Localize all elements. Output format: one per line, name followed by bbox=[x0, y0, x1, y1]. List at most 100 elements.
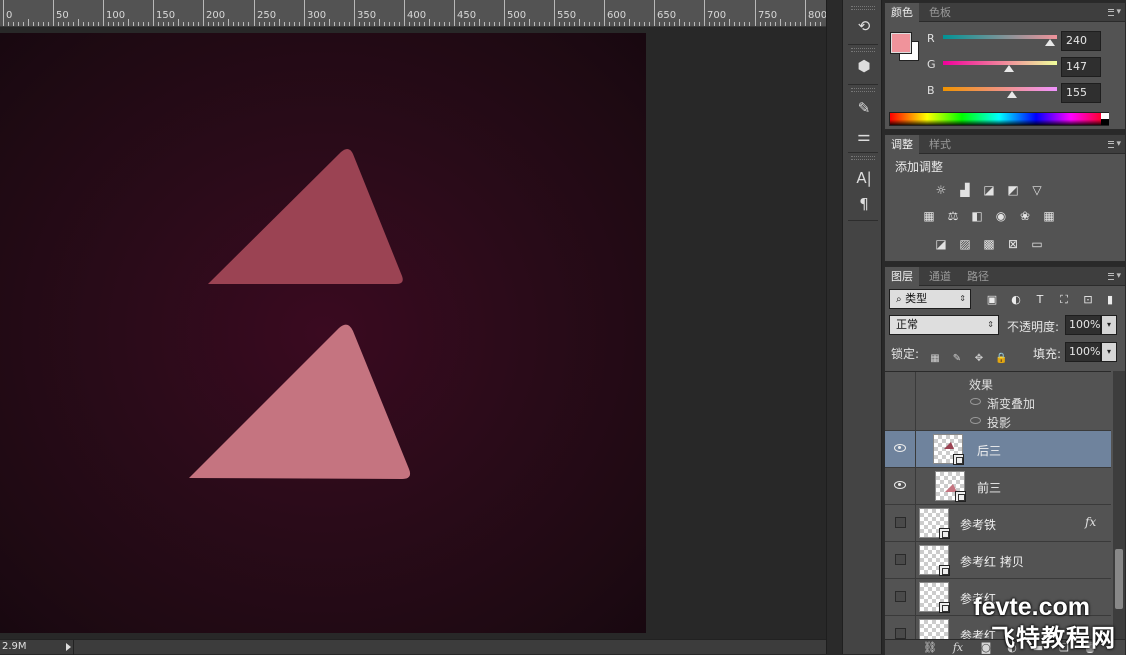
blend-mode-select[interactable]: 正常 ⇕ bbox=[889, 315, 999, 335]
blue-slider[interactable] bbox=[943, 87, 1057, 98]
layer-visibility-cell[interactable] bbox=[885, 505, 916, 542]
eye-icon[interactable] bbox=[894, 444, 906, 452]
effect-gradient-overlay[interactable]: 渐变叠加 bbox=[987, 395, 1035, 412]
tab-styles[interactable]: 样式 bbox=[923, 135, 957, 154]
layer-visibility-cell[interactable] bbox=[885, 542, 916, 579]
effect-drop-shadow[interactable]: 投影 bbox=[987, 414, 1011, 431]
color-lookup-icon[interactable]: ▦ bbox=[1041, 209, 1057, 223]
blue-value-field[interactable]: 155 bbox=[1061, 83, 1101, 103]
selective-color-icon[interactable]: ⊠ bbox=[1005, 237, 1021, 251]
bottom-triangle-shape[interactable] bbox=[189, 324, 411, 479]
ruler-tick bbox=[243, 22, 244, 26]
filter-pixel-icon[interactable]: ▣ bbox=[985, 293, 999, 307]
red-value-field[interactable]: 240 bbox=[1061, 31, 1101, 51]
layer-thumbnail[interactable] bbox=[933, 434, 964, 465]
green-slider-thumb[interactable] bbox=[1003, 65, 1014, 72]
paragraph-panel-icon[interactable]: ¶ bbox=[851, 192, 877, 216]
red-slider-thumb[interactable] bbox=[1045, 39, 1056, 46]
filter-shape-icon[interactable]: ⛶ bbox=[1057, 293, 1071, 307]
layer-name[interactable]: 前三 bbox=[977, 479, 1001, 496]
gradient-map-icon[interactable]: ▭ bbox=[1029, 237, 1045, 251]
green-value-field[interactable]: 147 bbox=[1061, 57, 1101, 77]
vertical-scrollbar-track[interactable] bbox=[826, 0, 842, 654]
layer-row[interactable]: 参考铁 fx bbox=[885, 505, 1111, 542]
3d-panel-icon[interactable]: ⬢ bbox=[851, 54, 877, 78]
strip-grip[interactable] bbox=[851, 48, 875, 52]
character-panel-icon[interactable]: A| bbox=[851, 166, 877, 190]
strip-grip[interactable] bbox=[851, 88, 875, 92]
tab-adjustments[interactable]: 调整 bbox=[885, 135, 919, 154]
layer-fx-badge[interactable]: fx bbox=[1085, 515, 1096, 529]
eye-icon[interactable] bbox=[894, 481, 906, 489]
tab-layers[interactable]: 图层 bbox=[885, 267, 919, 286]
effect-visibility-icon[interactable] bbox=[970, 417, 981, 424]
hidden-visibility-box[interactable] bbox=[895, 591, 906, 602]
brightness-contrast-icon[interactable]: ☼ bbox=[933, 183, 949, 197]
fill-field[interactable]: 100% bbox=[1065, 342, 1101, 362]
layer-name[interactable]: 参考铁 bbox=[960, 516, 996, 533]
layer-visibility-cell[interactable] bbox=[885, 431, 916, 468]
lock-pixels-icon[interactable]: ✎ bbox=[951, 353, 963, 365]
green-slider[interactable] bbox=[943, 61, 1057, 72]
filter-adjustment-icon[interactable]: ◐ bbox=[1009, 293, 1023, 307]
opacity-field[interactable]: 100% bbox=[1065, 315, 1101, 335]
hidden-visibility-box[interactable] bbox=[895, 517, 906, 528]
channel-mixer-icon[interactable]: ❀ bbox=[1017, 209, 1033, 223]
tab-swatches[interactable]: 色板 bbox=[923, 3, 957, 22]
threshold-icon[interactable]: ▩ bbox=[981, 237, 997, 251]
brush-presets-icon[interactable]: ⚌ bbox=[851, 124, 877, 148]
layer-name[interactable]: 参考红 拷贝 bbox=[960, 553, 1024, 570]
status-menu-arrow-icon[interactable] bbox=[66, 643, 71, 651]
document-canvas[interactable] bbox=[0, 33, 646, 633]
red-slider[interactable] bbox=[943, 35, 1057, 46]
curves-icon[interactable]: ◪ bbox=[981, 183, 997, 197]
fill-dropdown-icon[interactable]: ▾ bbox=[1101, 342, 1117, 362]
panel-menu-icon[interactable] bbox=[1108, 138, 1121, 150]
panel-menu-icon[interactable] bbox=[1108, 6, 1121, 18]
hue-saturation-icon[interactable]: ▦ bbox=[921, 209, 937, 223]
levels-icon[interactable]: ▟ bbox=[957, 183, 973, 197]
layer-thumbnail[interactable] bbox=[935, 471, 966, 502]
vibrance-icon[interactable]: ▽ bbox=[1029, 183, 1045, 197]
layer-visibility-cell[interactable] bbox=[885, 468, 916, 505]
spectrum-black-white-end[interactable] bbox=[1101, 113, 1109, 125]
lock-all-icon[interactable]: 🔒 bbox=[995, 353, 1007, 365]
photo-filter-icon[interactable]: ◉ bbox=[993, 209, 1009, 223]
tab-channels[interactable]: 通道 bbox=[923, 267, 957, 286]
filter-type-icon[interactable]: T bbox=[1033, 293, 1047, 307]
color-balance-icon[interactable]: ⚖ bbox=[945, 209, 961, 223]
lock-transparent-icon[interactable]: ▦ bbox=[929, 353, 941, 365]
layer-visibility-cell[interactable] bbox=[885, 579, 916, 616]
blue-slider-thumb[interactable] bbox=[1007, 91, 1018, 98]
history-panel-icon[interactable]: ⟲ bbox=[851, 14, 877, 38]
layer-thumbnail[interactable] bbox=[919, 545, 950, 576]
layer-name[interactable]: 后三 bbox=[977, 442, 1001, 459]
effect-visibility-icon[interactable] bbox=[970, 398, 981, 405]
panel-menu-icon[interactable] bbox=[1108, 270, 1121, 282]
layer-thumbnail[interactable] bbox=[919, 508, 950, 539]
invert-icon[interactable]: ◪ bbox=[933, 237, 949, 251]
color-spectrum-ramp[interactable] bbox=[889, 112, 1109, 126]
layer-row[interactable]: 后三 bbox=[885, 431, 1111, 468]
strip-grip[interactable] bbox=[851, 6, 875, 10]
layer-visibility-cell[interactable] bbox=[885, 372, 916, 431]
brush-panel-icon[interactable]: ✎ bbox=[851, 96, 877, 120]
layer-row[interactable]: 参考红 拷贝 bbox=[885, 542, 1111, 579]
tab-color[interactable]: 颜色 bbox=[885, 3, 919, 22]
filter-toggle-icon[interactable]: ▮ bbox=[1105, 293, 1115, 307]
top-triangle-shape[interactable] bbox=[208, 148, 403, 284]
strip-grip[interactable] bbox=[851, 156, 875, 160]
horizontal-ruler[interactable]: 0 50 100 150 200 250 300 350 400 450 500 550 600 650 7… bbox=[0, 0, 826, 27]
hidden-visibility-box[interactable] bbox=[895, 628, 906, 639]
lock-position-icon[interactable]: ✥ bbox=[973, 353, 985, 365]
posterize-icon[interactable]: ▨ bbox=[957, 237, 973, 251]
hidden-visibility-box[interactable] bbox=[895, 554, 906, 565]
layer-filter-select[interactable]: ⌕ 类型 ⇕ bbox=[889, 289, 971, 309]
opacity-dropdown-icon[interactable]: ▾ bbox=[1101, 315, 1117, 335]
filter-smart-object-icon[interactable]: ⊡ bbox=[1081, 293, 1095, 307]
foreground-color-swatch[interactable] bbox=[891, 33, 911, 53]
tab-paths[interactable]: 路径 bbox=[961, 267, 995, 286]
layer-row[interactable]: 前三 bbox=[885, 468, 1111, 505]
black-white-icon[interactable]: ◧ bbox=[969, 209, 985, 223]
exposure-icon[interactable]: ◩ bbox=[1005, 183, 1021, 197]
